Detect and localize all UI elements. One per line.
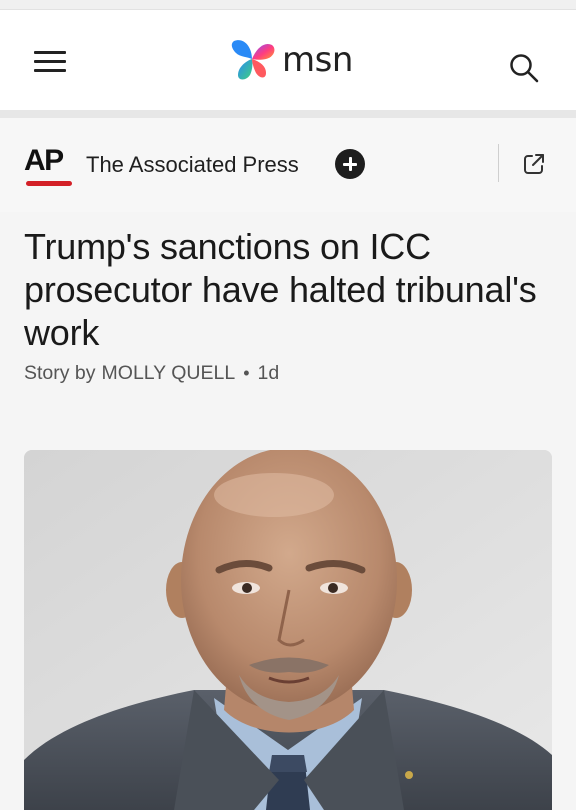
open-external-icon[interactable] (522, 152, 546, 176)
publisher-bar: AP The Associated Press (0, 118, 576, 212)
vertical-divider (498, 144, 499, 182)
article-headline: Trump's sanctions on ICC prosecutor have… (24, 226, 537, 353)
status-strip (0, 0, 576, 10)
app-header: msn (0, 10, 576, 110)
byline-separator: • (243, 363, 250, 383)
author-name[interactable]: MOLLY QUELL (102, 362, 236, 385)
ap-logo-text: AP (24, 144, 64, 177)
ap-logo[interactable]: AP (24, 144, 72, 188)
article-byline: Story by MOLLY QUELL • 1d (24, 362, 279, 385)
plus-circle-icon[interactable] (335, 149, 365, 179)
publisher-name[interactable]: The Associated Press (86, 152, 299, 178)
brand-wordmark: msn (282, 40, 353, 80)
ap-logo-underline (26, 181, 72, 186)
search-icon[interactable] (508, 52, 540, 84)
article-age: 1d (257, 362, 280, 384)
byline-prefix: Story by (24, 362, 96, 384)
header-divider (0, 110, 576, 118)
msn-logo[interactable]: msn (228, 34, 353, 86)
msn-butterfly-icon (231, 40, 275, 80)
hamburger-menu-icon[interactable] (34, 48, 66, 74)
article-hero-image[interactable] (24, 450, 552, 810)
portrait-photo (24, 450, 552, 810)
